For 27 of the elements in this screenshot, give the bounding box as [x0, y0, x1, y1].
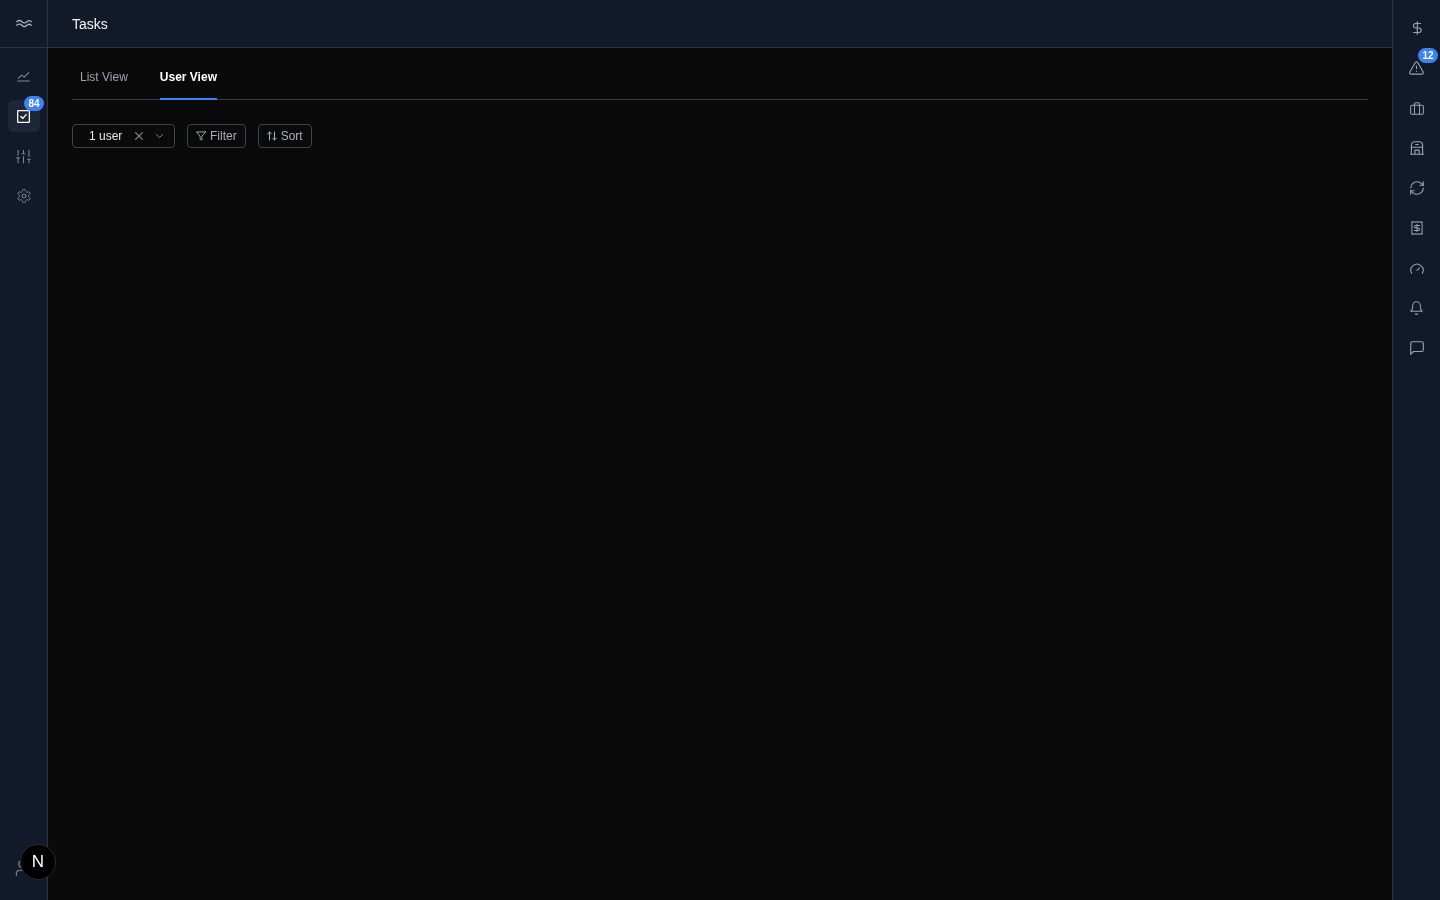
tab[interactable]: List View: [80, 56, 128, 100]
refresh-icon: [1409, 181, 1424, 195]
line-chart-icon: [17, 70, 30, 82]
checkbox-icon: [17, 109, 30, 123]
clear-icon[interactable]: [135, 132, 143, 140]
warning-icon: [1409, 61, 1424, 75]
waves-logo-icon: [15, 19, 32, 28]
dollar-icon: [1411, 21, 1422, 35]
chevron-down-icon: [156, 134, 163, 138]
page-title: Tasks: [72, 15, 108, 32]
message-icon: [1409, 341, 1424, 355]
sort-icon: [266, 131, 277, 141]
filter-button[interactable]: Filter: [187, 124, 246, 148]
receipt-icon: [1410, 221, 1423, 235]
briefcase-icon: [1409, 101, 1424, 115]
sliders-icon: [16, 148, 31, 164]
select-value: 1 user: [89, 129, 124, 143]
count-badge: 84: [24, 96, 44, 111]
tab[interactable]: User View: [159, 56, 217, 100]
user-select[interactable]: 1 user: [72, 124, 175, 148]
gauge-icon: [1409, 262, 1424, 274]
building-icon: [1409, 141, 1424, 155]
bell-icon: [1410, 301, 1423, 315]
count-badge: 12: [1418, 48, 1438, 63]
sort-button[interactable]: Sort: [257, 124, 312, 148]
filter-icon: [196, 131, 206, 141]
settings-icon: [16, 189, 31, 203]
